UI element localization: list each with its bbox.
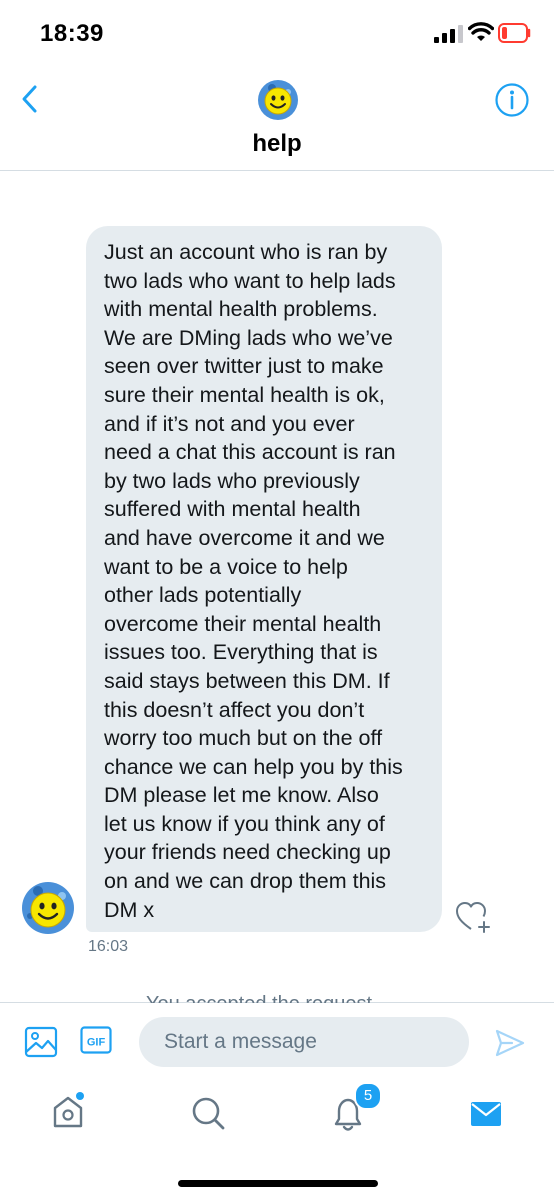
sender-avatar[interactable] (22, 882, 74, 934)
home-icon (53, 1096, 83, 1128)
status-bar: 18:39 (0, 0, 554, 66)
home-new-dot (76, 1092, 84, 1100)
message-input[interactable] (139, 1017, 469, 1067)
gif-button[interactable]: GIF (80, 1026, 112, 1054)
tab-messages[interactable] (446, 1080, 526, 1150)
system-notice-cutoff: You accepted the request (140, 985, 440, 1003)
system-notice-text: You accepted the request (146, 993, 372, 1003)
battery-low-icon (498, 23, 531, 43)
notification-count-badge: 5 (354, 1082, 382, 1110)
message-composer: You accepted the request GIF (0, 993, 554, 1079)
tab-search[interactable] (168, 1080, 248, 1150)
bottom-tab-bar: 5 (0, 1080, 554, 1200)
conversation-title[interactable]: help (0, 130, 554, 158)
heart-plus-icon[interactable] (454, 898, 492, 936)
avatar[interactable] (258, 80, 298, 120)
message-timestamp: 16:03 (88, 938, 129, 955)
wifi-icon (468, 22, 494, 41)
tab-notifications[interactable]: 5 (308, 1080, 388, 1150)
image-icon[interactable] (24, 1025, 58, 1059)
message-bubble[interactable]: Just an account who is ran by two lads w… (86, 226, 442, 932)
message-text: Just an account who is ran by two lads w… (104, 240, 403, 922)
info-icon[interactable] (494, 82, 530, 118)
mail-icon (471, 1102, 501, 1126)
gif-label: GIF (87, 1037, 106, 1049)
tab-home[interactable] (28, 1080, 108, 1150)
conversation-header: help (0, 66, 554, 171)
home-indicator[interactable] (178, 1180, 378, 1187)
cellular-signal-icon (434, 25, 463, 43)
search-icon (192, 1097, 225, 1130)
gif-icon: GIF (80, 1026, 112, 1054)
back-chevron-icon[interactable] (14, 82, 48, 116)
send-icon[interactable] (494, 1027, 526, 1059)
status-time: 18:39 (40, 20, 104, 47)
